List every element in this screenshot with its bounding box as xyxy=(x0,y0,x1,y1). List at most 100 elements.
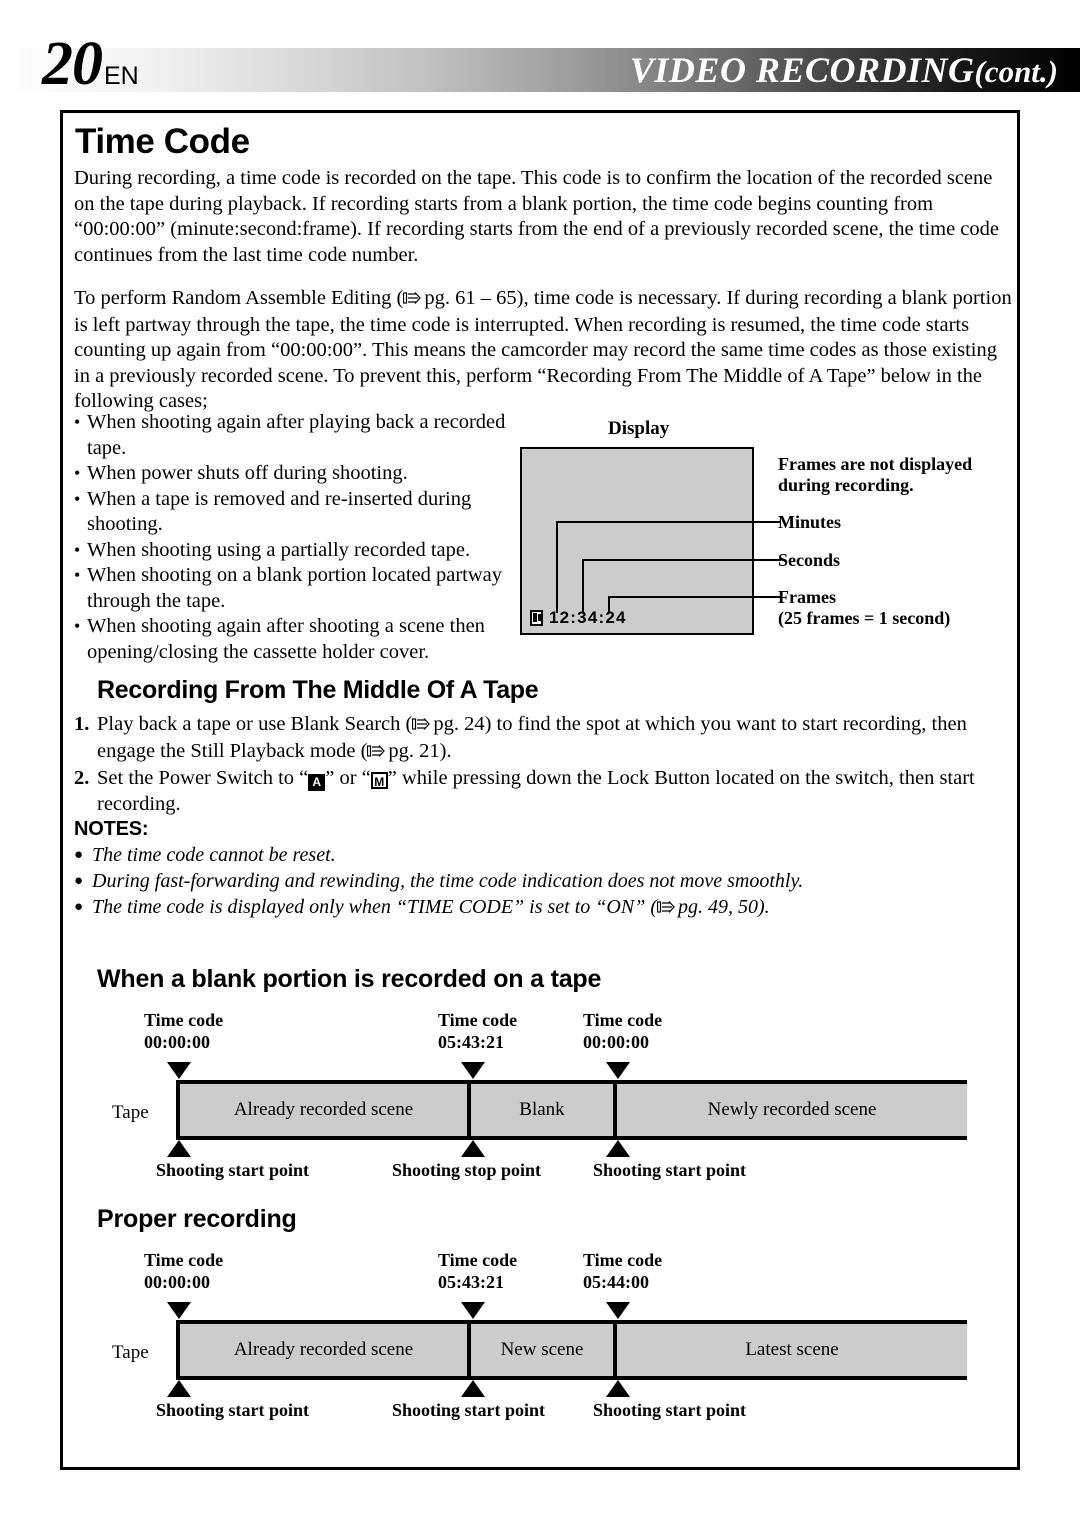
tape-bar: Already recorded scene New scene Latest … xyxy=(176,1320,967,1380)
bullet-dot-icon: ● xyxy=(74,847,84,863)
marker-down-icon xyxy=(167,1302,191,1319)
page-reference-61-65: pg. 61 – 65 xyxy=(424,287,517,309)
display-diagram: Display 12:34:24 Frames are not displaye… xyxy=(516,418,1016,640)
list-item-label: When shooting using a partially recorded… xyxy=(87,538,471,561)
timecode-value: 00:00:00 xyxy=(583,1031,649,1052)
timecode-heading: Time code xyxy=(583,1010,663,1030)
page-reference-49-50: pg. 49, 50 xyxy=(677,896,758,918)
note-text-part-b: ). xyxy=(757,896,770,918)
timecode-heading: Time code xyxy=(144,1250,224,1270)
power-switch-manual-icon: M xyxy=(370,772,388,789)
timecode-value: 00:00:00 xyxy=(144,1271,210,1292)
shooting-point-label: Shooting start point xyxy=(593,1400,747,1420)
power-switch-auto-icon: A xyxy=(308,774,326,791)
list-item-label: When shooting again after shooting a sce… xyxy=(87,615,485,663)
note-text-part-a: The time code is displayed only when “TI… xyxy=(92,896,657,918)
timecode-heading: Time code xyxy=(438,1010,518,1030)
step-text: Play back a tape or use Blank Search ( pg… xyxy=(97,712,1018,765)
step-text-part-a: Play back a tape or use Blank Search ( xyxy=(97,713,413,735)
note-text: During fast-forwarding and rewinding, th… xyxy=(92,870,804,892)
tape-segment-label: Already recorded scene xyxy=(233,1339,414,1360)
bullet-dot-icon: ● xyxy=(74,873,84,889)
timecode-marker-label: Time code 00:00:00 xyxy=(144,1010,223,1053)
timecode-value: 05:43:21 xyxy=(438,1031,504,1052)
marker-up-icon xyxy=(461,1140,485,1157)
pointing-hand-icon xyxy=(412,713,431,739)
list-item: ● The time code cannot be reset. xyxy=(74,842,1018,868)
list-item: ● During fast-forwarding and rewinding, … xyxy=(74,868,1018,894)
marker-down-icon xyxy=(606,1302,630,1319)
page-number-group: 20 EN xyxy=(42,33,139,95)
timecode-marker-label: Time code 00:00:00 xyxy=(144,1250,223,1293)
list-item: • When power shuts off during shooting. xyxy=(74,461,524,487)
timecode-heading: Time code xyxy=(583,1250,663,1270)
list-item: • When shooting on a blank portion locat… xyxy=(74,563,524,614)
tape-diagram-blank-portion: Time code 00:00:00 Time code 05:43:21 Ti… xyxy=(0,1010,1080,1190)
list-item: 1. Play back a tape or use Blank Search … xyxy=(74,712,1018,765)
timecode-marker-label: Time code 00:00:00 xyxy=(583,1010,662,1053)
display-label-frames: Frames xyxy=(778,587,836,607)
page-number: 20 xyxy=(42,30,103,98)
page-title-continued: (cont.) xyxy=(974,54,1058,89)
timecode-marker-label: Time code 05:43:21 xyxy=(438,1250,517,1293)
page-reference-24: pg. 24 xyxy=(433,713,485,735)
tape-segment-label: New scene xyxy=(500,1339,584,1360)
tape-segment: Newly recorded scene xyxy=(617,1084,967,1136)
list-item: • When shooting again after shooting a s… xyxy=(74,614,524,665)
marker-up-icon xyxy=(461,1380,485,1397)
list-item-label: When power shuts off during shooting. xyxy=(87,462,408,484)
marker-up-icon xyxy=(606,1140,630,1157)
tape-row-label: Tape xyxy=(112,1102,149,1123)
tape-row-label: Tape xyxy=(112,1342,149,1363)
step-text-part-a: Set the Power Switch to “ xyxy=(97,767,309,789)
list-item: ● The time code is displayed only when “… xyxy=(74,894,1018,921)
page-reference-21: pg. 21 xyxy=(388,739,440,762)
numbered-steps-list: 1. Play back a tape or use Blank Search … xyxy=(74,712,1018,818)
timecode-value: 05:43:21 xyxy=(438,1271,504,1292)
paragraph-text-part-a: To perform Random Assemble Editing ( xyxy=(74,287,404,309)
notes-list: ● The time code cannot be reset. ● Durin… xyxy=(74,842,1018,921)
timecode-marker-label: Time code 05:43:21 xyxy=(438,1010,517,1053)
tape-segment-label: Newly recorded scene xyxy=(707,1099,877,1120)
bullet-dot-icon: ● xyxy=(74,899,84,915)
shooting-point-label: Shooting stop point xyxy=(392,1160,542,1180)
note-text: The time code is displayed only when “TI… xyxy=(92,894,1018,921)
timecode-value: 00:00:00 xyxy=(144,1031,210,1052)
tape-segment-label: Blank xyxy=(519,1099,565,1120)
list-item-label: When shooting on a blank portion located… xyxy=(87,564,503,612)
page-title: VIDEO RECORDING(cont.) xyxy=(630,50,1058,92)
bullet-dot-icon: • xyxy=(74,565,81,585)
list-item: • When a tape is removed and re-inserted… xyxy=(74,487,524,538)
shooting-point-label: Shooting start point xyxy=(156,1160,310,1180)
tape-diagram-proper-recording: Time code 00:00:00 Time code 05:43:21 Ti… xyxy=(0,1250,1080,1430)
section-heading-blank-portion: When a blank portion is recorded on a ta… xyxy=(97,965,602,993)
step-text-part-c: ). xyxy=(439,739,452,762)
step-number: 1. xyxy=(74,713,90,735)
notes-heading: NOTES: xyxy=(74,818,149,840)
bullet-dot-icon: • xyxy=(74,539,81,560)
bullet-dot-icon: • xyxy=(74,488,81,509)
step-number: 2. xyxy=(74,767,90,789)
shooting-point-label: Shooting start point xyxy=(156,1400,310,1420)
pointing-hand-icon xyxy=(367,740,386,766)
tape-segment-label: Latest scene xyxy=(745,1339,839,1360)
display-label-minutes: Minutes xyxy=(778,512,841,532)
tape-bar: Already recorded scene Blank Newly recor… xyxy=(176,1080,967,1140)
tape-segment: New scene xyxy=(471,1324,617,1376)
list-item: • When shooting again after playing back… xyxy=(74,410,524,461)
list-item: • When shooting using a partially record… xyxy=(74,538,524,564)
timecode-heading: Time code xyxy=(144,1010,224,1030)
list-item: 2. Set the Power Switch to “A” or “M” wh… xyxy=(74,766,1018,817)
timecode-heading: Time code xyxy=(438,1250,518,1270)
step-text: Set the Power Switch to “A” or “M” while… xyxy=(97,766,1018,817)
leader-line-frames xyxy=(608,596,781,613)
bullet-dot-icon: • xyxy=(74,616,81,636)
note-text: The time code cannot be reset. xyxy=(92,844,336,866)
pointing-hand-icon xyxy=(656,895,676,921)
step-text-part-b: ” or “ xyxy=(325,767,371,789)
list-item-label: When shooting again after playing back a… xyxy=(87,411,506,459)
tape-segment: Latest scene xyxy=(617,1324,967,1376)
marker-up-icon xyxy=(606,1380,630,1397)
paragraph-random-assemble: To perform Random Assemble Editing ( pg. … xyxy=(74,286,1016,415)
page-title-text: VIDEO RECORDING xyxy=(629,50,975,90)
